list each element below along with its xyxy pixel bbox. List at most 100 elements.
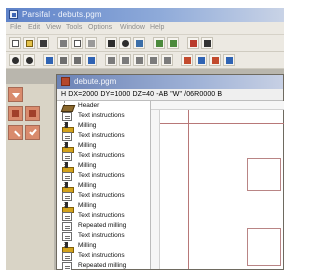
tool-icon[interactable] [223,54,235,66]
document-icon [62,172,72,181]
tree-item-label: Milling [78,122,97,129]
document-icon [62,212,72,221]
new-file-icon[interactable] [9,37,21,49]
document-icon [62,112,72,121]
tool-icon[interactable] [119,54,131,66]
milling-icon [62,162,74,173]
tree-item-label: Text instructions [78,252,125,259]
app-icon [9,10,18,19]
menu-tools[interactable]: Tools [66,24,82,31]
menu-file[interactable]: File [10,24,21,31]
workpiece-outline [247,158,281,191]
tool-icon[interactable] [71,54,83,66]
main-toolbar [6,35,284,52]
tree-item-label: Milling [78,202,97,209]
operations-tree: Header Text instructions Milling Text in… [57,101,150,270]
dock-button-expand[interactable] [8,87,23,102]
document-icon [62,152,72,161]
paste-icon[interactable] [85,37,97,49]
menu-bar: File Edit View Tools Options Window Help [6,22,284,35]
check-icon [29,127,37,136]
screen: Parsifal - debuts.pgm File Edit View Too… [0,0,290,270]
tree-item-label: Repeated milling [78,262,127,269]
tree-item-label: Milling [78,142,97,149]
tool-icon[interactable] [105,54,117,66]
document-icon [62,232,72,241]
chevron-down-icon [12,93,20,98]
menu-options[interactable]: Options [88,24,112,31]
info-icon[interactable] [187,37,199,49]
program-window: debute.pgm H DX=2000 DY=1000 DZ=40 -AB "… [56,74,284,270]
drawing-canvas[interactable] [150,101,284,269]
milling-icon [62,142,74,153]
workpiece-outline [247,228,281,266]
tree-item-label: Milling [78,182,97,189]
document-icon [62,192,72,201]
tree-item[interactable]: Repeated milling [57,261,150,270]
tree-item-label: Header [78,102,100,109]
menu-help[interactable]: Help [150,24,164,31]
tool-icon[interactable] [57,54,69,66]
zoom-out-icon[interactable] [23,54,35,66]
tool-icon[interactable] [43,54,55,66]
document-icon [62,222,72,231]
stop-icon[interactable] [133,37,145,49]
tool-icon[interactable] [167,37,179,49]
dock-button-check[interactable] [25,125,40,140]
milling-icon [62,202,74,213]
menu-view[interactable]: View [46,24,61,31]
copy-icon[interactable] [71,37,83,49]
open-folder-icon[interactable] [23,37,35,49]
window-title: Parsifal - debuts.pgm [22,10,102,19]
vertical-ruler [151,110,160,269]
tool-icon[interactable] [133,54,145,66]
dock-button-reset[interactable] [8,125,23,141]
tool-icon[interactable] [147,54,159,66]
menu-window[interactable]: Window [120,24,145,31]
canvas-guide-line [160,123,284,124]
tree-item-label: Text instructions [78,132,125,139]
program-window-title-bar[interactable]: debute.pgm [57,75,283,89]
dock-button-work[interactable] [8,106,23,121]
tree-item-label: Milling [78,242,97,249]
header-icon [62,102,72,111]
tree-item-label: Milling [78,162,97,169]
document-icon [62,262,72,270]
print-icon[interactable] [105,37,117,49]
document-icon [62,132,72,141]
zoom-in-icon[interactable] [9,54,21,66]
tree-item-label: Text instructions [78,152,125,159]
tool-icon[interactable] [195,54,207,66]
help-icon[interactable] [201,37,213,49]
cut-icon[interactable] [57,37,69,49]
settings-icon[interactable] [119,37,131,49]
save-icon[interactable] [37,37,49,49]
dock-button-work[interactable] [25,106,40,121]
milling-icon [62,242,74,253]
menu-edit[interactable]: Edit [28,24,40,31]
tree-item-label: Repeated milling [78,222,127,229]
milling-icon [62,122,74,133]
tree-item-label: Text instructions [78,172,125,179]
program-file-icon [61,77,70,86]
window-title-bar[interactable]: Parsifal - debuts.pgm [6,8,284,22]
tool-icon[interactable] [85,54,97,66]
horizontal-ruler [151,101,284,110]
document-icon [62,252,72,261]
program-window-title: debute.pgm [74,77,117,86]
tool-icon [29,110,36,117]
canvas-guide-line [188,110,189,269]
close-icon [10,130,21,141]
tree-item-label: Text instructions [78,212,125,219]
tool-icon [12,110,19,117]
milling-icon [62,182,74,193]
tool-icon[interactable] [153,37,165,49]
tree-item-label: Text instructions [78,112,125,119]
nc-header-line[interactable]: H DX=2000 DY=1000 DZ=40 -AB "W" /06R0000… [57,89,283,101]
secondary-toolbar [6,52,284,69]
tool-icon[interactable] [181,54,193,66]
tool-icon[interactable] [161,54,173,66]
side-dock [6,84,54,270]
tool-icon[interactable] [209,54,221,66]
tree-item-label: Text instructions [78,232,125,239]
